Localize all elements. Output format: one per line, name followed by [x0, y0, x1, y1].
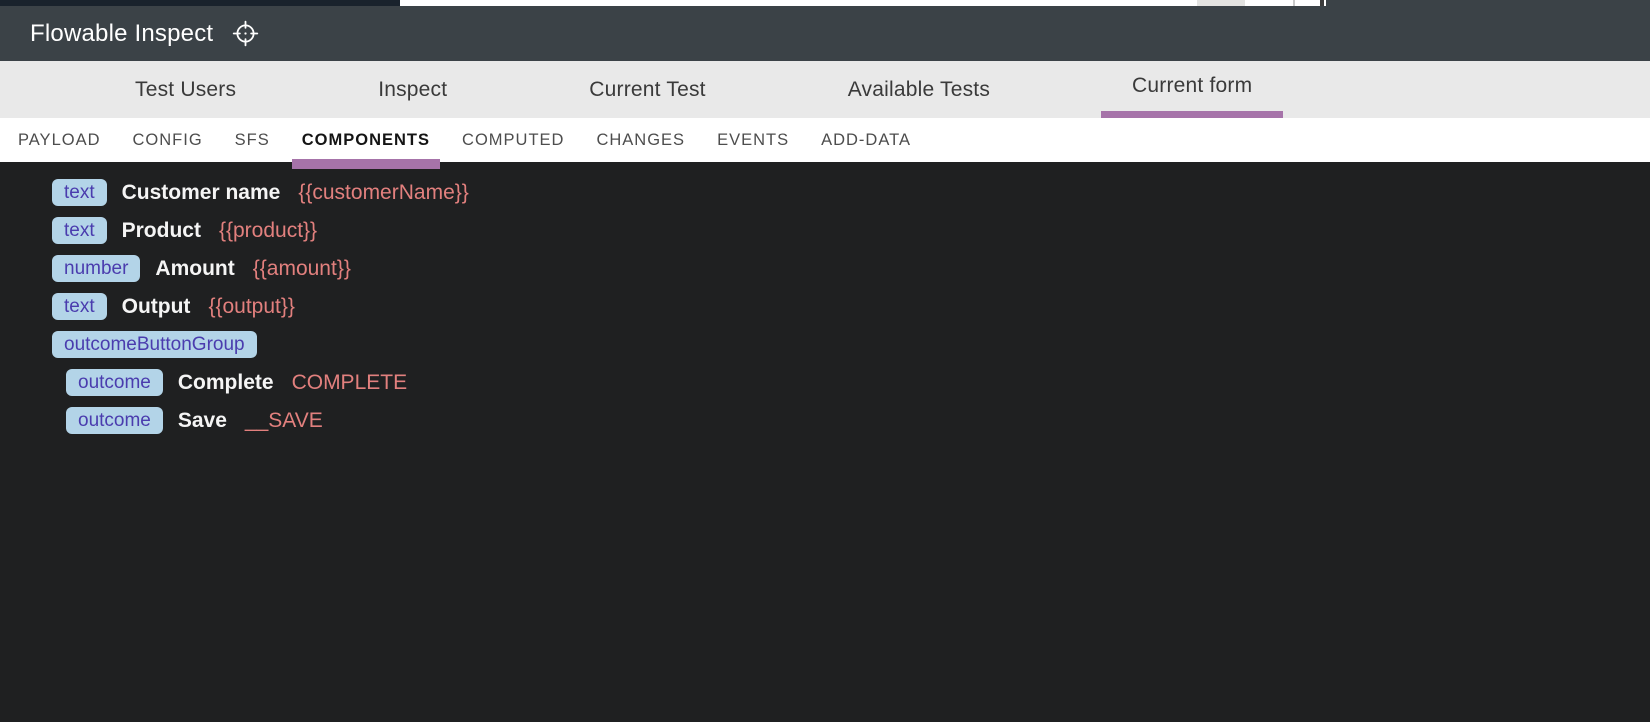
background-button-fragment — [1197, 0, 1245, 6]
tab-current-form[interactable]: Current form — [1061, 61, 1323, 118]
tab-label: Test Users — [135, 77, 237, 101]
subtab-sfs[interactable]: SFS — [235, 131, 270, 150]
subtab-components[interactable]: COMPONENTS — [291, 131, 441, 169]
tab-current-test[interactable]: Current Test — [518, 61, 776, 118]
sub-tab-bar: PAYLOAD CONFIG SFS COMPONENTS COMPUTED CHANGE… — [0, 118, 1650, 169]
component-row[interactable]: number Amount {{amount}} — [52, 255, 351, 282]
subtab-events[interactable]: EVENTS — [717, 131, 789, 150]
tab-available-tests[interactable]: Available Tests — [777, 61, 1061, 118]
component-row[interactable]: outcome Save __SAVE — [66, 407, 323, 434]
background-divider-line — [1293, 0, 1295, 6]
component-binding-expression: {{product}} — [218, 218, 318, 242]
component-label: Complete — [177, 370, 274, 394]
background-browser-strip — [0, 0, 1650, 6]
component-type-badge: outcome — [66, 407, 163, 434]
component-type-badge: number — [52, 255, 141, 282]
main-tab-bar: Test Users Inspect Current Test Available T… — [0, 61, 1650, 118]
tab-test-users[interactable]: Test Users — [64, 61, 307, 118]
element-picker-button[interactable] — [230, 19, 260, 49]
component-label: Amount — [155, 256, 235, 280]
component-label: Product — [121, 218, 201, 242]
tab-inspect[interactable]: Inspect — [307, 61, 518, 118]
tab-label: Inspect — [378, 77, 448, 101]
component-type-badge: text — [52, 217, 107, 244]
subtab-computed[interactable]: COMPUTED — [462, 131, 564, 150]
component-row[interactable]: text Product {{product}} — [52, 217, 317, 244]
component-type-badge: outcome — [66, 369, 163, 396]
component-label: Save — [177, 408, 227, 432]
component-binding-expression: {{output}} — [208, 294, 295, 318]
subtab-config[interactable]: CONFIG — [133, 131, 203, 150]
component-binding-expression: COMPLETE — [291, 370, 408, 394]
component-binding-expression: {{amount}} — [252, 256, 351, 280]
components-panel: text Customer name {{customerName}} text Pro… — [0, 162, 1650, 722]
component-label: Output — [121, 294, 191, 318]
subtab-add-data[interactable]: ADD-DATA — [821, 131, 911, 150]
tab-label: Available Tests — [847, 77, 991, 101]
component-type-badge: outcomeButtonGroup — [52, 331, 257, 358]
background-slate-region — [1326, 0, 1650, 6]
component-type-badge: text — [52, 179, 107, 206]
subtab-changes[interactable]: CHANGES — [596, 131, 685, 150]
component-label: Customer name — [121, 180, 281, 204]
tab-label: Current Test — [589, 77, 706, 101]
component-row[interactable]: text Output {{output}} — [52, 293, 295, 320]
background-dark-region — [0, 0, 400, 6]
app-title: Flowable Inspect — [30, 19, 214, 47]
tab-label: Current form — [1132, 73, 1253, 97]
component-row[interactable]: text Customer name {{customerName}} — [52, 179, 469, 206]
background-cursor-line — [1320, 0, 1324, 6]
component-binding-expression: __SAVE — [244, 408, 323, 432]
component-row[interactable]: outcome Complete COMPLETE — [66, 369, 407, 396]
app-header: Flowable Inspect — [0, 6, 1650, 61]
component-row[interactable]: outcomeButtonGroup — [52, 331, 257, 358]
crosshair-icon — [232, 20, 259, 47]
subtab-payload[interactable]: PAYLOAD — [18, 131, 101, 150]
component-type-badge: text — [52, 293, 107, 320]
component-binding-expression: {{customerName}} — [298, 180, 469, 204]
